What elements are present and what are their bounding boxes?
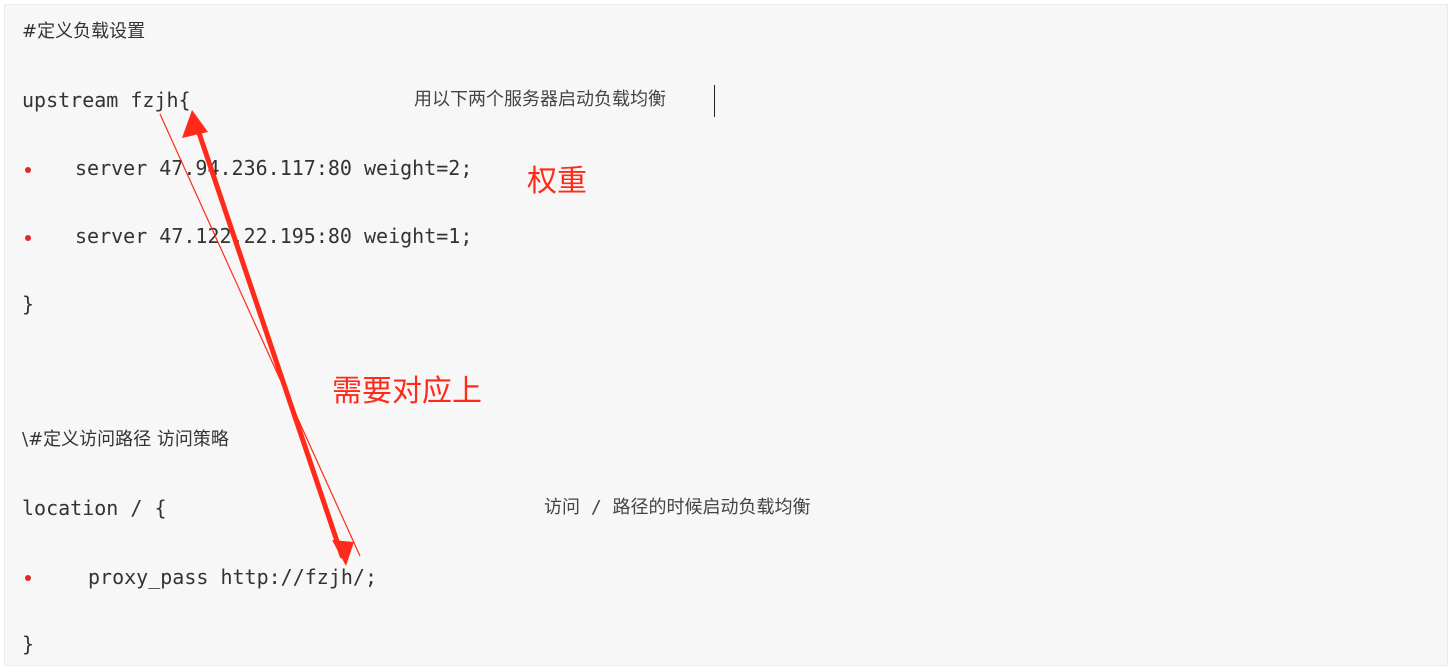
code-line-comment-load-settings: #定义负载设置 (22, 21, 146, 42)
match-annotation: 需要对应上 (332, 374, 482, 409)
code-line-server-2: server 47.122.22.195:80 weight=1; (75, 224, 473, 248)
code-line-close-brace-2: } (22, 632, 35, 656)
code-line-upstream: upstream fzjh{ (22, 88, 191, 112)
code-line-proxy-pass: proxy_pass http://fzjh/; (88, 565, 377, 589)
code-line-close-brace: } (22, 292, 35, 316)
code-line-location: location / { (22, 496, 167, 520)
text-caret (714, 85, 715, 117)
list-bullet (25, 167, 31, 173)
code-line-comment-access-path: \#定义访问路径 访问策略 (22, 429, 229, 450)
list-bullet (25, 235, 31, 241)
upstream-comment: 用以下两个服务器启动负载均衡 (414, 89, 666, 110)
list-bullet (25, 575, 31, 581)
location-comment: 访问 / 路径的时候启动负载均衡 (544, 497, 811, 518)
weight-annotation: 权重 (527, 164, 587, 199)
code-line-server-1: server 47.94.236.117:80 weight=2; (75, 156, 473, 180)
